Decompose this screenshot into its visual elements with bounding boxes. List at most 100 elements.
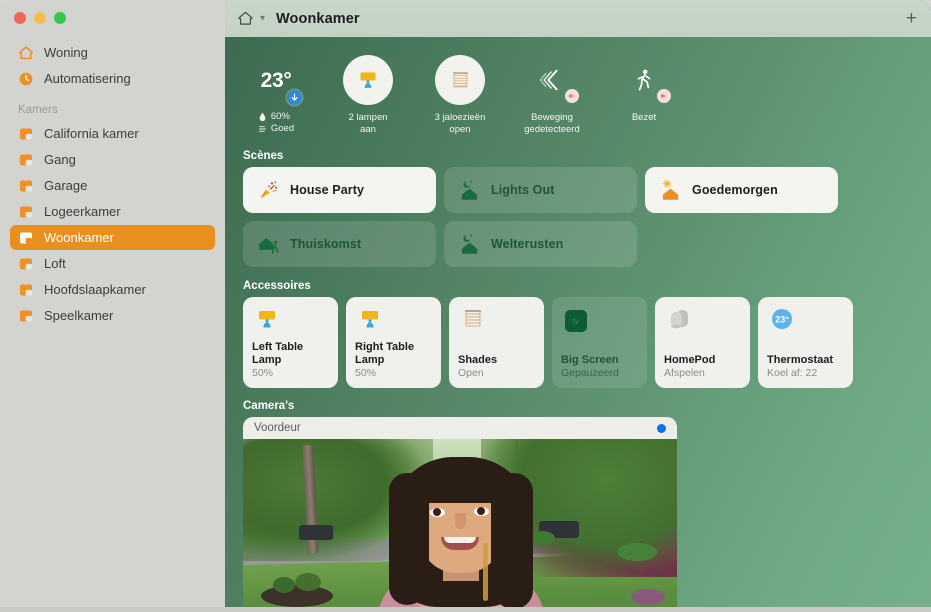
humidity-metric: 60% bbox=[258, 111, 294, 123]
accessory-thermostaat[interactable]: 23° Thermostaat Koel af: 22 bbox=[758, 297, 853, 388]
person-eyebrow-right bbox=[471, 497, 493, 502]
status-blinds-tile[interactable]: 3 jaloezieën open bbox=[427, 55, 493, 136]
status-motion-tile[interactable]: Beweging gedetecteerd bbox=[519, 55, 585, 136]
camera-scene-car bbox=[299, 525, 333, 540]
accessory-name: Thermostaat bbox=[767, 354, 844, 367]
room-icon bbox=[18, 230, 34, 246]
occupancy-icon-wrap bbox=[619, 55, 669, 105]
sidebar-item-gang[interactable]: Gang bbox=[10, 147, 215, 172]
home-icon[interactable] bbox=[237, 10, 254, 27]
climate-metrics: 60% Goed bbox=[258, 111, 294, 135]
camera-status-dot bbox=[657, 424, 666, 433]
close-button[interactable] bbox=[14, 12, 26, 24]
accessory-name: HomePod bbox=[664, 354, 741, 367]
accessory-icon-wrap bbox=[458, 306, 535, 340]
lamp-icon bbox=[355, 306, 385, 336]
section-label-cameras: Camera's bbox=[237, 400, 919, 417]
status-lights-label: 2 lampen aan bbox=[348, 112, 387, 136]
blinds-icon-circle bbox=[435, 55, 485, 105]
add-button[interactable]: + bbox=[906, 9, 917, 28]
chevron-down-icon[interactable]: ▾ bbox=[260, 14, 265, 24]
sidebar-top-list: Woning Automatisering bbox=[0, 34, 225, 91]
person-pupil-right bbox=[477, 507, 485, 515]
zoom-button[interactable] bbox=[54, 12, 66, 24]
section-label-accessoires: Accessoires bbox=[237, 280, 919, 297]
scene-thuiskomst[interactable]: Thuiskomst bbox=[243, 221, 436, 267]
person-teeth bbox=[444, 537, 476, 543]
scene-label: House Party bbox=[290, 183, 364, 197]
sidebar-item-speelkamer[interactable]: Speelkamer bbox=[10, 303, 215, 328]
accessory-left-table-lamp[interactable]: Left Table Lamp 50% bbox=[243, 297, 338, 388]
room-icon bbox=[18, 152, 34, 168]
window-bottom-edge bbox=[0, 607, 931, 612]
room-content: 23° 60% bbox=[225, 37, 931, 612]
camera-scene-bush bbox=[631, 589, 665, 605]
scene-lights-out[interactable]: Lights Out bbox=[444, 167, 637, 213]
accessory-icon-wrap: 23° bbox=[767, 306, 844, 340]
accessory-body: Right Table Lamp 50% bbox=[355, 341, 432, 380]
sidebar-item-logeerkamer[interactable]: Logeerkamer bbox=[10, 199, 215, 224]
home-icon bbox=[18, 45, 34, 61]
sensor-alert-icon bbox=[660, 92, 668, 100]
sidebar-item-label: Woonkamer bbox=[44, 230, 114, 245]
person-hair-left bbox=[389, 473, 429, 605]
camera-card-voordeur[interactable]: Voordeur bbox=[243, 417, 677, 612]
status-occupancy-tile[interactable]: Bezet bbox=[611, 55, 677, 124]
motion-icon-wrap bbox=[527, 55, 577, 105]
accessory-body: Shades Open bbox=[458, 354, 535, 381]
scene-goedemorgen[interactable]: Goedemorgen bbox=[645, 167, 838, 213]
sidebar-item-automatisering[interactable]: Automatisering bbox=[10, 66, 215, 91]
thermostat-icon: 23° bbox=[767, 306, 797, 336]
sidebar-item-label: Loft bbox=[44, 256, 66, 271]
sidebar-item-woning[interactable]: Woning bbox=[10, 40, 215, 65]
minimize-button[interactable] bbox=[34, 12, 46, 24]
camera-name: Voordeur bbox=[254, 422, 301, 434]
person-pupil-left bbox=[433, 508, 441, 516]
sidebar-item-california-kamer[interactable]: California kamer bbox=[10, 121, 215, 146]
blinds-icon bbox=[447, 67, 473, 93]
titlebar: ▾ Woonkamer + bbox=[225, 0, 931, 37]
occupancy-icon bbox=[631, 67, 657, 93]
sidebar-item-label: Logeerkamer bbox=[44, 204, 121, 219]
temperature-display: 23° bbox=[243, 55, 309, 107]
sidebar-item-label: Garage bbox=[44, 178, 87, 193]
accessory-homepod[interactable]: HomePod Afspelen bbox=[655, 297, 750, 388]
accessory-body: Left Table Lamp 50% bbox=[252, 341, 329, 380]
status-climate-tile[interactable]: 23° 60% bbox=[243, 55, 309, 135]
accessory-icon-wrap bbox=[664, 306, 741, 340]
sidebar-item-label: Woning bbox=[44, 45, 88, 60]
status-occupancy-label: Bezet bbox=[632, 112, 656, 124]
camera-live-view[interactable] bbox=[243, 439, 677, 612]
person-hair-strand bbox=[483, 543, 488, 601]
homepod-icon bbox=[664, 306, 694, 336]
accessory-big-screen[interactable]: tv Big Screen Gepauzeerd bbox=[552, 297, 647, 388]
scene-label: Welterusten bbox=[491, 237, 563, 251]
camera-scene-bush bbox=[617, 543, 657, 561]
automation-clock-icon bbox=[18, 71, 34, 87]
air-quality-value: Goed bbox=[271, 123, 294, 135]
sidebar-item-label: California kamer bbox=[44, 126, 139, 141]
sidebar-item-woonkamer[interactable]: Woonkamer bbox=[10, 225, 215, 250]
house-moon-icon bbox=[458, 179, 481, 202]
status-blinds-label: 3 jaloezieën open bbox=[435, 112, 486, 136]
humidity-droplet-icon bbox=[258, 112, 267, 122]
accessory-state: Afspelen bbox=[664, 367, 741, 380]
person-nose bbox=[455, 513, 466, 529]
accessories-grid: Left Table Lamp 50% Right Table Lamp bbox=[237, 297, 919, 388]
scene-welterusten[interactable]: Welterusten bbox=[444, 221, 637, 267]
accessory-right-table-lamp[interactable]: Right Table Lamp 50% bbox=[346, 297, 441, 388]
motion-icon bbox=[536, 66, 568, 94]
arrow-down-icon bbox=[290, 93, 299, 102]
sidebar-item-hoofdslaapkamer[interactable]: Hoofdslaapkamer bbox=[10, 277, 215, 302]
scene-label: Thuiskomst bbox=[290, 237, 361, 251]
status-lights-tile[interactable]: 2 lampen aan bbox=[335, 55, 401, 136]
sidebar-item-garage[interactable]: Garage bbox=[10, 173, 215, 198]
house-moon-icon bbox=[458, 233, 481, 256]
scene-label: Lights Out bbox=[491, 183, 555, 197]
accessory-body: Big Screen Gepauzeerd bbox=[561, 354, 638, 381]
accessory-shades[interactable]: Shades Open bbox=[449, 297, 544, 388]
sidebar-item-loft[interactable]: Loft bbox=[10, 251, 215, 276]
room-icon bbox=[18, 126, 34, 142]
scene-house-party[interactable]: House Party bbox=[243, 167, 436, 213]
house-sun-icon bbox=[659, 179, 682, 202]
